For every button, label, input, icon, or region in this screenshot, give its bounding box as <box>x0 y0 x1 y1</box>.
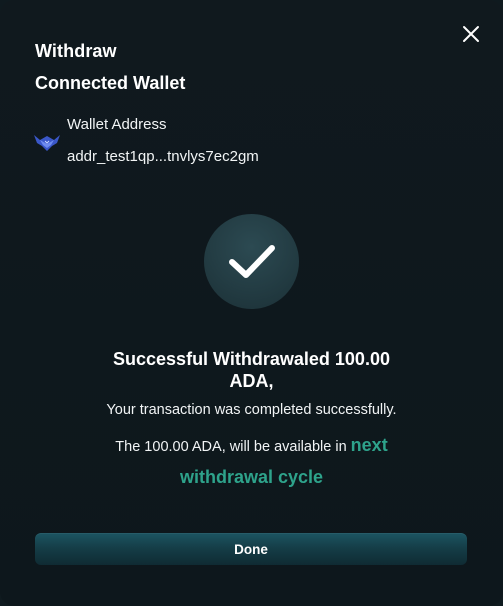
close-button[interactable] <box>457 20 485 48</box>
withdraw-modal: Withdraw Connected Wallet Wallet Address… <box>0 0 503 606</box>
availability-text: The 100.00 ADA, will be available in nex… <box>0 430 503 494</box>
modal-title: Withdraw <box>35 41 117 61</box>
success-title-line1: Successful Withdrawaled 100.00 <box>113 349 390 369</box>
success-badge <box>204 214 299 309</box>
close-icon <box>463 26 479 42</box>
availability-highlight-cycle: withdrawal cycle <box>179 467 324 487</box>
availability-prefix: The 100.00 ADA, will be available in <box>115 439 347 455</box>
wallet-address-label: Wallet Address <box>67 116 167 133</box>
success-title: Successful Withdrawaled 100.00 ADA, <box>0 348 503 392</box>
wallet-logo-icon <box>34 135 60 151</box>
availability-highlight-next: next <box>350 435 388 455</box>
modal-subtitle: Connected Wallet <box>35 73 186 93</box>
success-message: Your transaction was completed successfu… <box>106 402 397 418</box>
checkmark-icon <box>228 244 275 278</box>
success-title-line2: ADA, <box>229 371 274 391</box>
wallet-address-value: addr_test1qp...tnvlys7ec2gm <box>67 148 259 165</box>
done-button[interactable]: Done <box>35 533 467 565</box>
